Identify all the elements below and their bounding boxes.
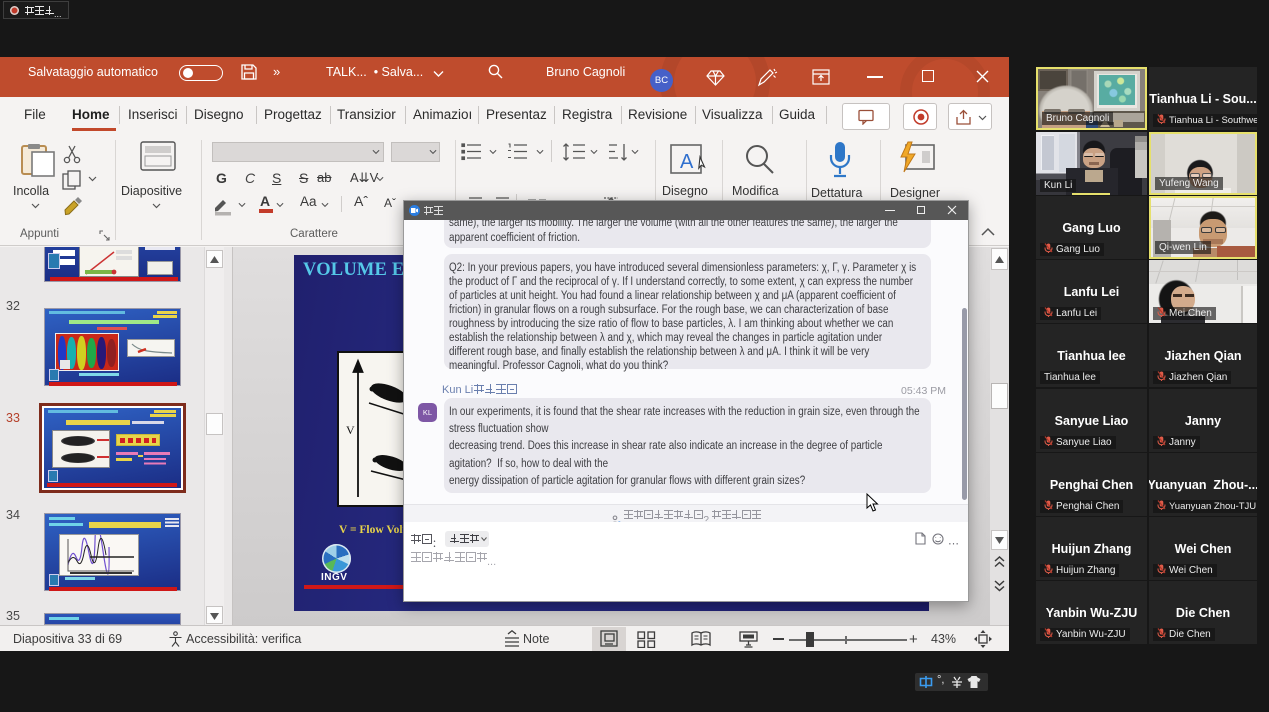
svg-text:A: A: [680, 151, 694, 173]
